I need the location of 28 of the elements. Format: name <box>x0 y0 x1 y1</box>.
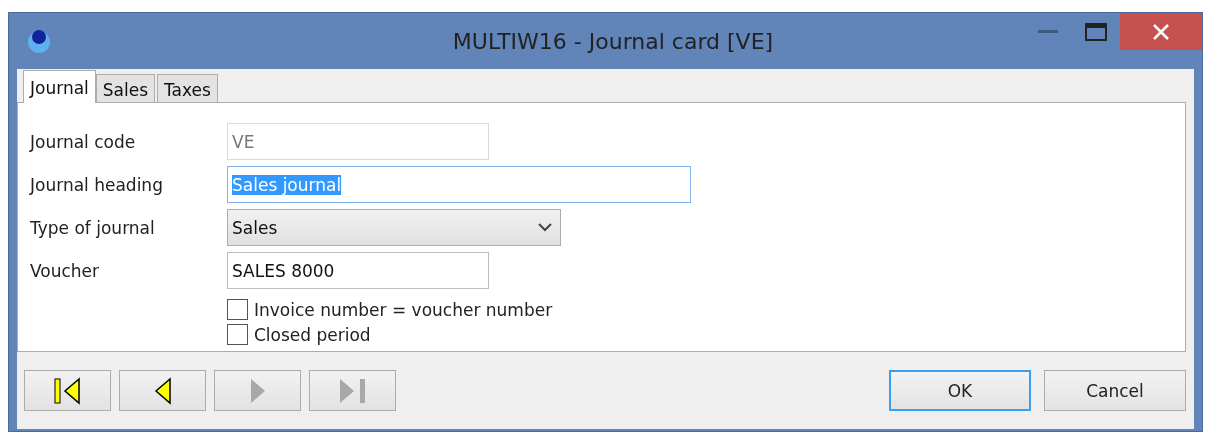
close-button[interactable] <box>1120 13 1202 50</box>
field-label: Type of journal <box>30 217 156 238</box>
navigation-button[interactable] <box>24 370 111 411</box>
window-title: MULTIW16 - Journal card [VE] <box>451 28 775 54</box>
tab[interactable]: Journal <box>23 70 96 103</box>
chevron-down-icon <box>538 223 552 232</box>
field-label: Journal heading <box>30 174 164 195</box>
checkbox[interactable] <box>227 299 248 320</box>
last-record-icon <box>337 376 368 405</box>
field-label: Journal code <box>30 131 137 152</box>
app-icon <box>26 28 52 54</box>
dialog-button[interactable]: OK <box>889 370 1031 411</box>
journal-type-dropdown[interactable]: Sales <box>227 209 561 246</box>
minimize-icon <box>1038 29 1058 34</box>
navigation-button[interactable] <box>119 370 206 411</box>
tab[interactable]: Sales <box>95 74 156 102</box>
field-label: Voucher <box>30 260 101 281</box>
close-icon <box>1152 22 1170 41</box>
tab[interactable]: Taxes <box>157 74 218 102</box>
maximize-icon <box>1085 22 1107 41</box>
checkbox-label: Closed period <box>254 324 371 345</box>
dialog-button[interactable]: Cancel <box>1044 370 1186 411</box>
input-field[interactable]: SALES 8000 <box>227 252 489 289</box>
checkbox-label: Invoice number = voucher number <box>254 299 553 320</box>
checkbox[interactable] <box>227 324 248 345</box>
next-record-icon <box>248 376 267 405</box>
first-record-icon <box>52 376 83 405</box>
previous-record-icon <box>153 376 172 405</box>
